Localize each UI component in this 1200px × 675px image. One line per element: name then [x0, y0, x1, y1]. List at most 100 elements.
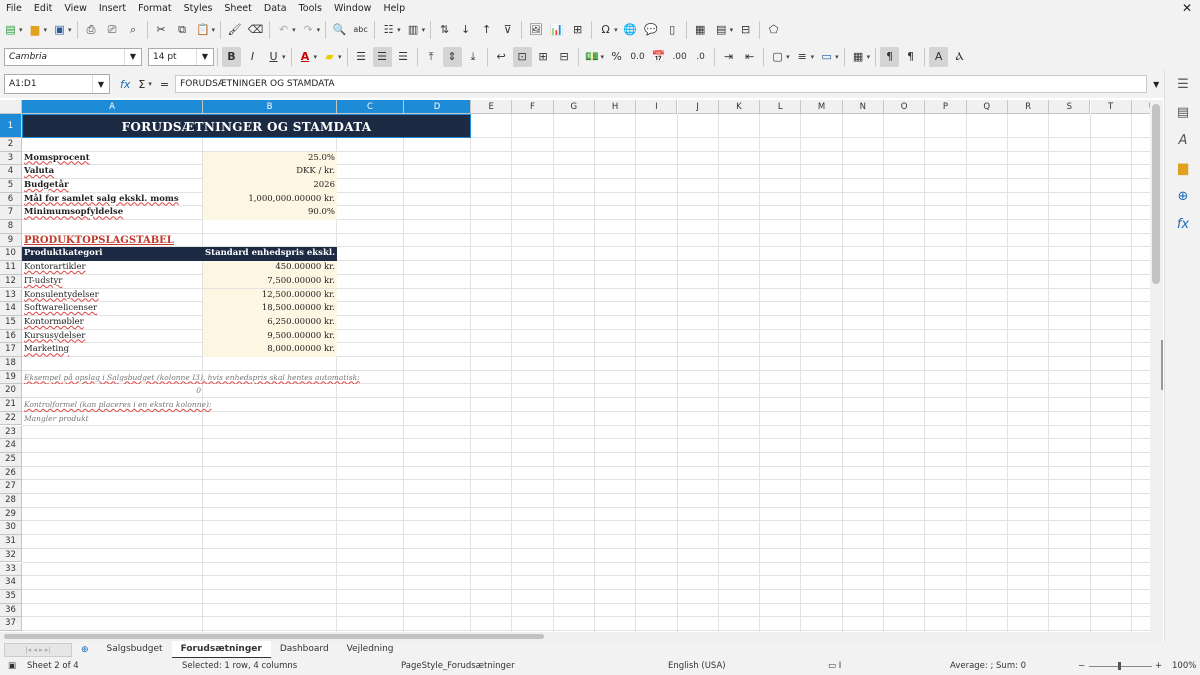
row-header-35[interactable]: 35: [0, 589, 22, 604]
menu-view[interactable]: View: [58, 3, 93, 14]
percent-format-icon[interactable]: %: [607, 47, 626, 67]
column-header-j[interactable]: J: [677, 100, 719, 114]
scroll-splitter[interactable]: [1161, 340, 1163, 390]
zoom-in-icon[interactable]: +: [1155, 661, 1162, 671]
zoom-slider-handle[interactable]: [1118, 662, 1121, 670]
column-header-r[interactable]: R: [1007, 100, 1050, 114]
align-left-icon[interactable]: ☰: [352, 47, 371, 67]
row-header-15[interactable]: 15: [0, 315, 22, 330]
currency-format-icon[interactable]: 💵: [583, 47, 602, 67]
merge-center-icon[interactable]: ⊡: [512, 46, 532, 67]
setting-value[interactable]: 2026: [203, 178, 337, 193]
new-document-icon[interactable]: ▤: [1, 20, 20, 40]
column-header-b[interactable]: B: [203, 100, 337, 114]
setting-label[interactable]: Budgetår: [22, 179, 203, 193]
lookup-value[interactable]: 0: [22, 384, 203, 398]
product-price[interactable]: 450.00000 kr.: [203, 261, 337, 275]
paste-icon[interactable]: 📋: [194, 20, 213, 40]
column-header-l[interactable]: L: [760, 100, 802, 114]
product-price[interactable]: 6,250.00000 kr.: [203, 315, 337, 330]
add-decimal-icon[interactable]: .00: [670, 47, 689, 67]
sheet-tab-forudsætninger[interactable]: Forudsætninger: [171, 641, 271, 659]
row-icon[interactable]: ☷: [379, 20, 398, 40]
row-header-23[interactable]: 23: [0, 425, 22, 440]
column-header-s[interactable]: S: [1049, 100, 1091, 114]
row-header-32[interactable]: 32: [0, 548, 22, 563]
setting-value[interactable]: 90.0%: [203, 206, 337, 220]
row-header-3[interactable]: 3: [0, 151, 22, 166]
horizontal-scroll-thumb[interactable]: [4, 634, 544, 639]
align-right-icon[interactable]: ☰: [394, 47, 413, 67]
hyperlink-icon[interactable]: 🌐: [621, 20, 640, 40]
setting-label[interactable]: Mål for samlet salg ekskl. moms: [22, 193, 203, 207]
row-header-30[interactable]: 30: [0, 521, 22, 536]
table-header-price[interactable]: Standard enhedspris ekskl. m: [203, 247, 337, 262]
product-name[interactable]: Konsulentydelser: [22, 289, 203, 303]
autofilter-icon[interactable]: ⊽: [498, 20, 517, 40]
increase-indent-icon[interactable]: ⇥: [719, 47, 738, 67]
row-header-5[interactable]: 5: [0, 178, 22, 193]
column-icon[interactable]: ▥: [404, 20, 423, 40]
spelling-icon[interactable]: abc: [351, 20, 370, 40]
pivot-table-icon[interactable]: ⊞: [568, 20, 587, 40]
row-header-10[interactable]: 10: [0, 247, 22, 262]
align-top-icon[interactable]: ⤒: [422, 47, 441, 67]
delete-decimal-icon[interactable]: .0: [691, 47, 710, 67]
borders-icon[interactable]: ▢: [768, 47, 787, 67]
row-header-20[interactable]: 20: [0, 384, 22, 399]
align-bottom-icon[interactable]: ⤓: [464, 47, 483, 67]
row-header-18[interactable]: 18: [0, 357, 22, 371]
align-center-icon[interactable]: ☰: [372, 46, 392, 67]
row-header-4[interactable]: 4: [0, 165, 22, 179]
row-header-14[interactable]: 14: [0, 302, 22, 316]
underline-icon[interactable]: U: [264, 47, 283, 67]
row-header-12[interactable]: 12: [0, 274, 22, 289]
functions-icon[interactable]: fx: [1165, 210, 1200, 238]
sum-status[interactable]: Average: ; Sum: 0: [950, 661, 1026, 671]
row-header-28[interactable]: 28: [0, 494, 22, 508]
setting-value[interactable]: 1,000,000.00000 kr.: [203, 192, 337, 207]
chevron-down-icon[interactable]: ▼: [196, 48, 213, 65]
row-header-36[interactable]: 36: [0, 603, 22, 618]
menu-window[interactable]: Window: [328, 3, 377, 14]
row-header-17[interactable]: 17: [0, 343, 22, 357]
formula-equals-icon[interactable]: =: [160, 78, 169, 91]
text-direction-ltr-icon[interactable]: ¶: [880, 46, 900, 67]
column-header-e[interactable]: E: [471, 100, 513, 114]
row-header-9[interactable]: 9: [0, 233, 22, 248]
menu-insert[interactable]: Insert: [93, 3, 132, 14]
product-name[interactable]: Kontorartikler: [22, 261, 203, 275]
bold-icon[interactable]: B: [222, 46, 241, 67]
chevron-down-icon[interactable]: ▼: [92, 75, 109, 93]
menu-file[interactable]: File: [0, 3, 28, 14]
zoom-level[interactable]: 100%: [1172, 661, 1196, 671]
control-formula-note[interactable]: Kontrolformel (kan placeres i en ekstra …: [22, 398, 337, 412]
column-header-h[interactable]: H: [594, 100, 637, 114]
border-style-icon[interactable]: ≡: [793, 47, 812, 67]
menu-edit[interactable]: Edit: [28, 3, 58, 14]
row-header-34[interactable]: 34: [0, 576, 22, 590]
product-price[interactable]: 8,000.00000 kr.: [203, 343, 337, 357]
sort-icon[interactable]: ⇅: [435, 20, 454, 40]
italic-icon[interactable]: I: [243, 47, 262, 67]
setting-label[interactable]: Valuta: [22, 165, 203, 179]
number-format-icon[interactable]: 0.0: [628, 47, 647, 67]
select-all-corner[interactable]: [0, 100, 22, 114]
section-title[interactable]: PRODUKTOPSLAGSTABEL: [22, 234, 203, 248]
merge-cells-icon[interactable]: ⊞: [534, 47, 553, 67]
sort-descending-icon[interactable]: ↑: [477, 20, 496, 40]
find-replace-icon[interactable]: 🔍: [330, 20, 349, 40]
row-header-19[interactable]: 19: [0, 370, 22, 385]
missing-product-note[interactable]: Mangler produkt: [22, 412, 203, 426]
define-print-area-icon[interactable]: ▦: [691, 20, 710, 40]
navigator-icon[interactable]: ⊕: [1165, 182, 1200, 210]
language-status[interactable]: English (USA): [668, 661, 726, 671]
setting-label[interactable]: Momsprocent: [22, 152, 203, 166]
product-price[interactable]: 12,500.00000 kr.: [203, 288, 337, 303]
column-header-t[interactable]: T: [1090, 100, 1132, 114]
font-color-icon[interactable]: A: [296, 47, 315, 67]
menu-format[interactable]: Format: [132, 3, 177, 14]
copy-icon[interactable]: ⧉: [173, 20, 192, 40]
row-header-21[interactable]: 21: [0, 398, 22, 412]
product-name[interactable]: Softwarelicenser: [22, 302, 203, 316]
